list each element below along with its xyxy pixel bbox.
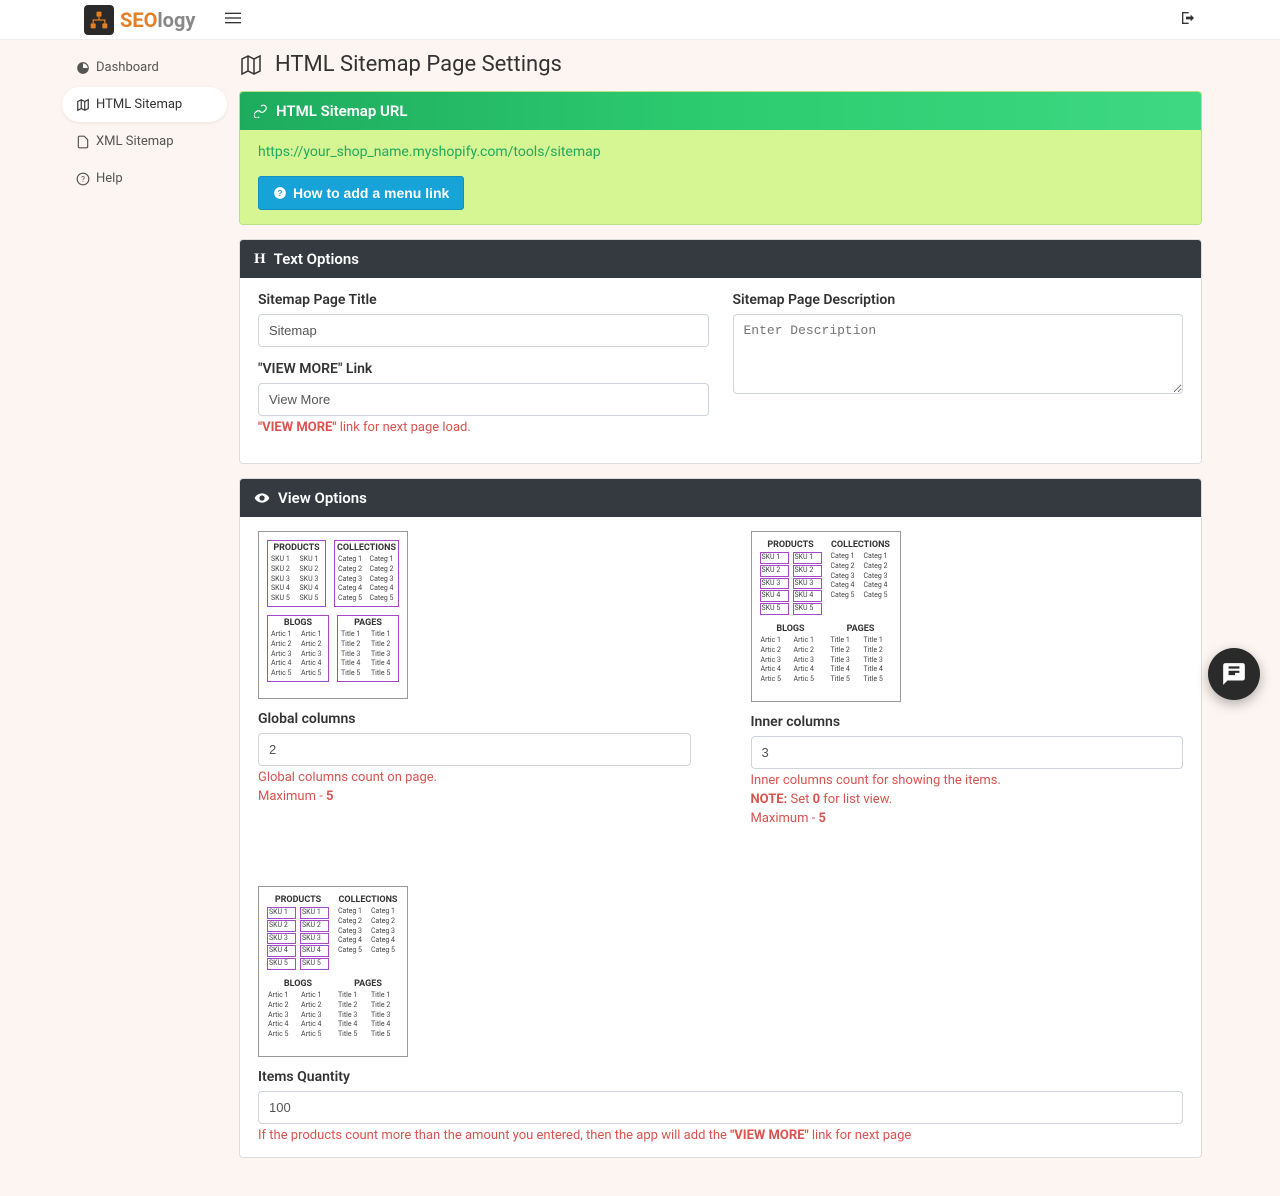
brand-logo[interactable]: SEOlogy [84, 5, 195, 35]
items-hint: If the products count more than the amou… [258, 1128, 1183, 1143]
global-columns-label: Global columns [258, 711, 691, 727]
global-hint-2: Maximum - 5 [258, 789, 691, 804]
desc-label: Sitemap Page Description [733, 292, 1184, 308]
url-card: HTML Sitemap URL https://your_shop_name.… [239, 91, 1202, 225]
sidebar-item-label: Dashboard [96, 60, 159, 75]
svg-text:?: ? [278, 189, 283, 198]
url-card-header: HTML Sitemap URL [240, 92, 1201, 130]
logout-icon[interactable] [1180, 10, 1196, 30]
link-icon [254, 104, 268, 118]
sidebar-item-html-sitemap[interactable]: HTML Sitemap [62, 87, 227, 122]
chat-widget[interactable] [1208, 648, 1260, 700]
heading-icon: H [254, 251, 266, 268]
sidebar: Dashboard HTML Sitemap XML Sitemap ? Hel… [62, 40, 227, 1196]
map-icon [239, 53, 263, 77]
global-columns-input[interactable] [258, 733, 691, 766]
question-icon: ? [273, 186, 287, 200]
dashboard-icon [76, 61, 90, 75]
sidebar-item-label: XML Sitemap [96, 134, 174, 149]
viewmore-label: "VIEW MORE" Link [258, 361, 709, 377]
sidebar-item-dashboard[interactable]: Dashboard [62, 50, 227, 85]
sidebar-item-xml-sitemap[interactable]: XML Sitemap [62, 124, 227, 159]
page-header: HTML Sitemap Page Settings [239, 52, 1202, 77]
view-options-header: View Options [240, 479, 1201, 517]
inner-columns-input[interactable] [751, 736, 1184, 769]
chat-icon [1221, 661, 1247, 687]
file-icon [76, 135, 90, 149]
inner-hint-3: Maximum - 5 [751, 811, 1184, 826]
text-options-header: H Text Options [240, 240, 1201, 278]
logo-icon [84, 5, 114, 35]
sitemap-url-link[interactable]: https://your_shop_name.myshopify.com/too… [258, 144, 1183, 160]
sidebar-item-label: HTML Sitemap [96, 97, 182, 112]
items-quantity-label: Items Quantity [258, 1069, 1183, 1085]
global-columns-section: PRODUCTS SKU 1SKU 2SKU 3SKU 4SKU 5SKU 1S… [258, 531, 691, 826]
description-textarea[interactable] [733, 314, 1184, 394]
eye-icon [254, 490, 270, 506]
global-diagram: PRODUCTS SKU 1SKU 2SKU 3SKU 4SKU 5SKU 1S… [258, 531, 408, 699]
inner-diagram: PRODUCTS SKU 1SKU 2SKU 3SKU 4SKU 5SKU 1S… [751, 531, 901, 702]
main-content: HTML Sitemap Page Settings HTML Sitemap … [227, 40, 1280, 1196]
sitemap-title-input[interactable] [258, 314, 709, 347]
sidebar-item-help[interactable]: ? Help [62, 161, 227, 196]
page-title: HTML Sitemap Page Settings [275, 52, 562, 77]
logo-text: SEOlogy [120, 8, 195, 32]
inner-columns-section: PRODUCTS SKU 1SKU 2SKU 3SKU 4SKU 5SKU 1S… [751, 531, 1184, 826]
how-to-add-menu-button[interactable]: ? How to add a menu link [258, 176, 464, 210]
items-diagram: PRODUCTS SKU 1SKU 2SKU 3SKU 4SKU 5SKU 1S… [258, 886, 408, 1057]
items-quantity-section: PRODUCTS SKU 1SKU 2SKU 3SKU 4SKU 5SKU 1S… [258, 886, 1183, 1143]
items-quantity-input[interactable] [258, 1091, 1183, 1124]
menu-toggle-icon[interactable] [225, 10, 241, 30]
inner-hint-1: Inner columns count for showing the item… [751, 773, 1184, 788]
view-options-card: View Options PRODUCTS SKU 1SKU 2SKU 3SKU… [239, 478, 1202, 1158]
help-icon: ? [76, 172, 90, 186]
text-options-card: H Text Options Sitemap Page Title "VIEW … [239, 239, 1202, 464]
global-hint-1: Global columns count on page. [258, 770, 691, 785]
inner-columns-label: Inner columns [751, 714, 1184, 730]
viewmore-hint: "VIEW MORE" link for next page load. [258, 420, 709, 435]
sidebar-item-label: Help [96, 171, 123, 186]
svg-text:?: ? [81, 173, 85, 183]
title-label: Sitemap Page Title [258, 292, 709, 308]
map-icon [76, 98, 90, 112]
topbar: SEOlogy [0, 0, 1280, 40]
inner-hint-2: NOTE: Set 0 for list view. [751, 792, 1184, 807]
viewmore-input[interactable] [258, 383, 709, 416]
